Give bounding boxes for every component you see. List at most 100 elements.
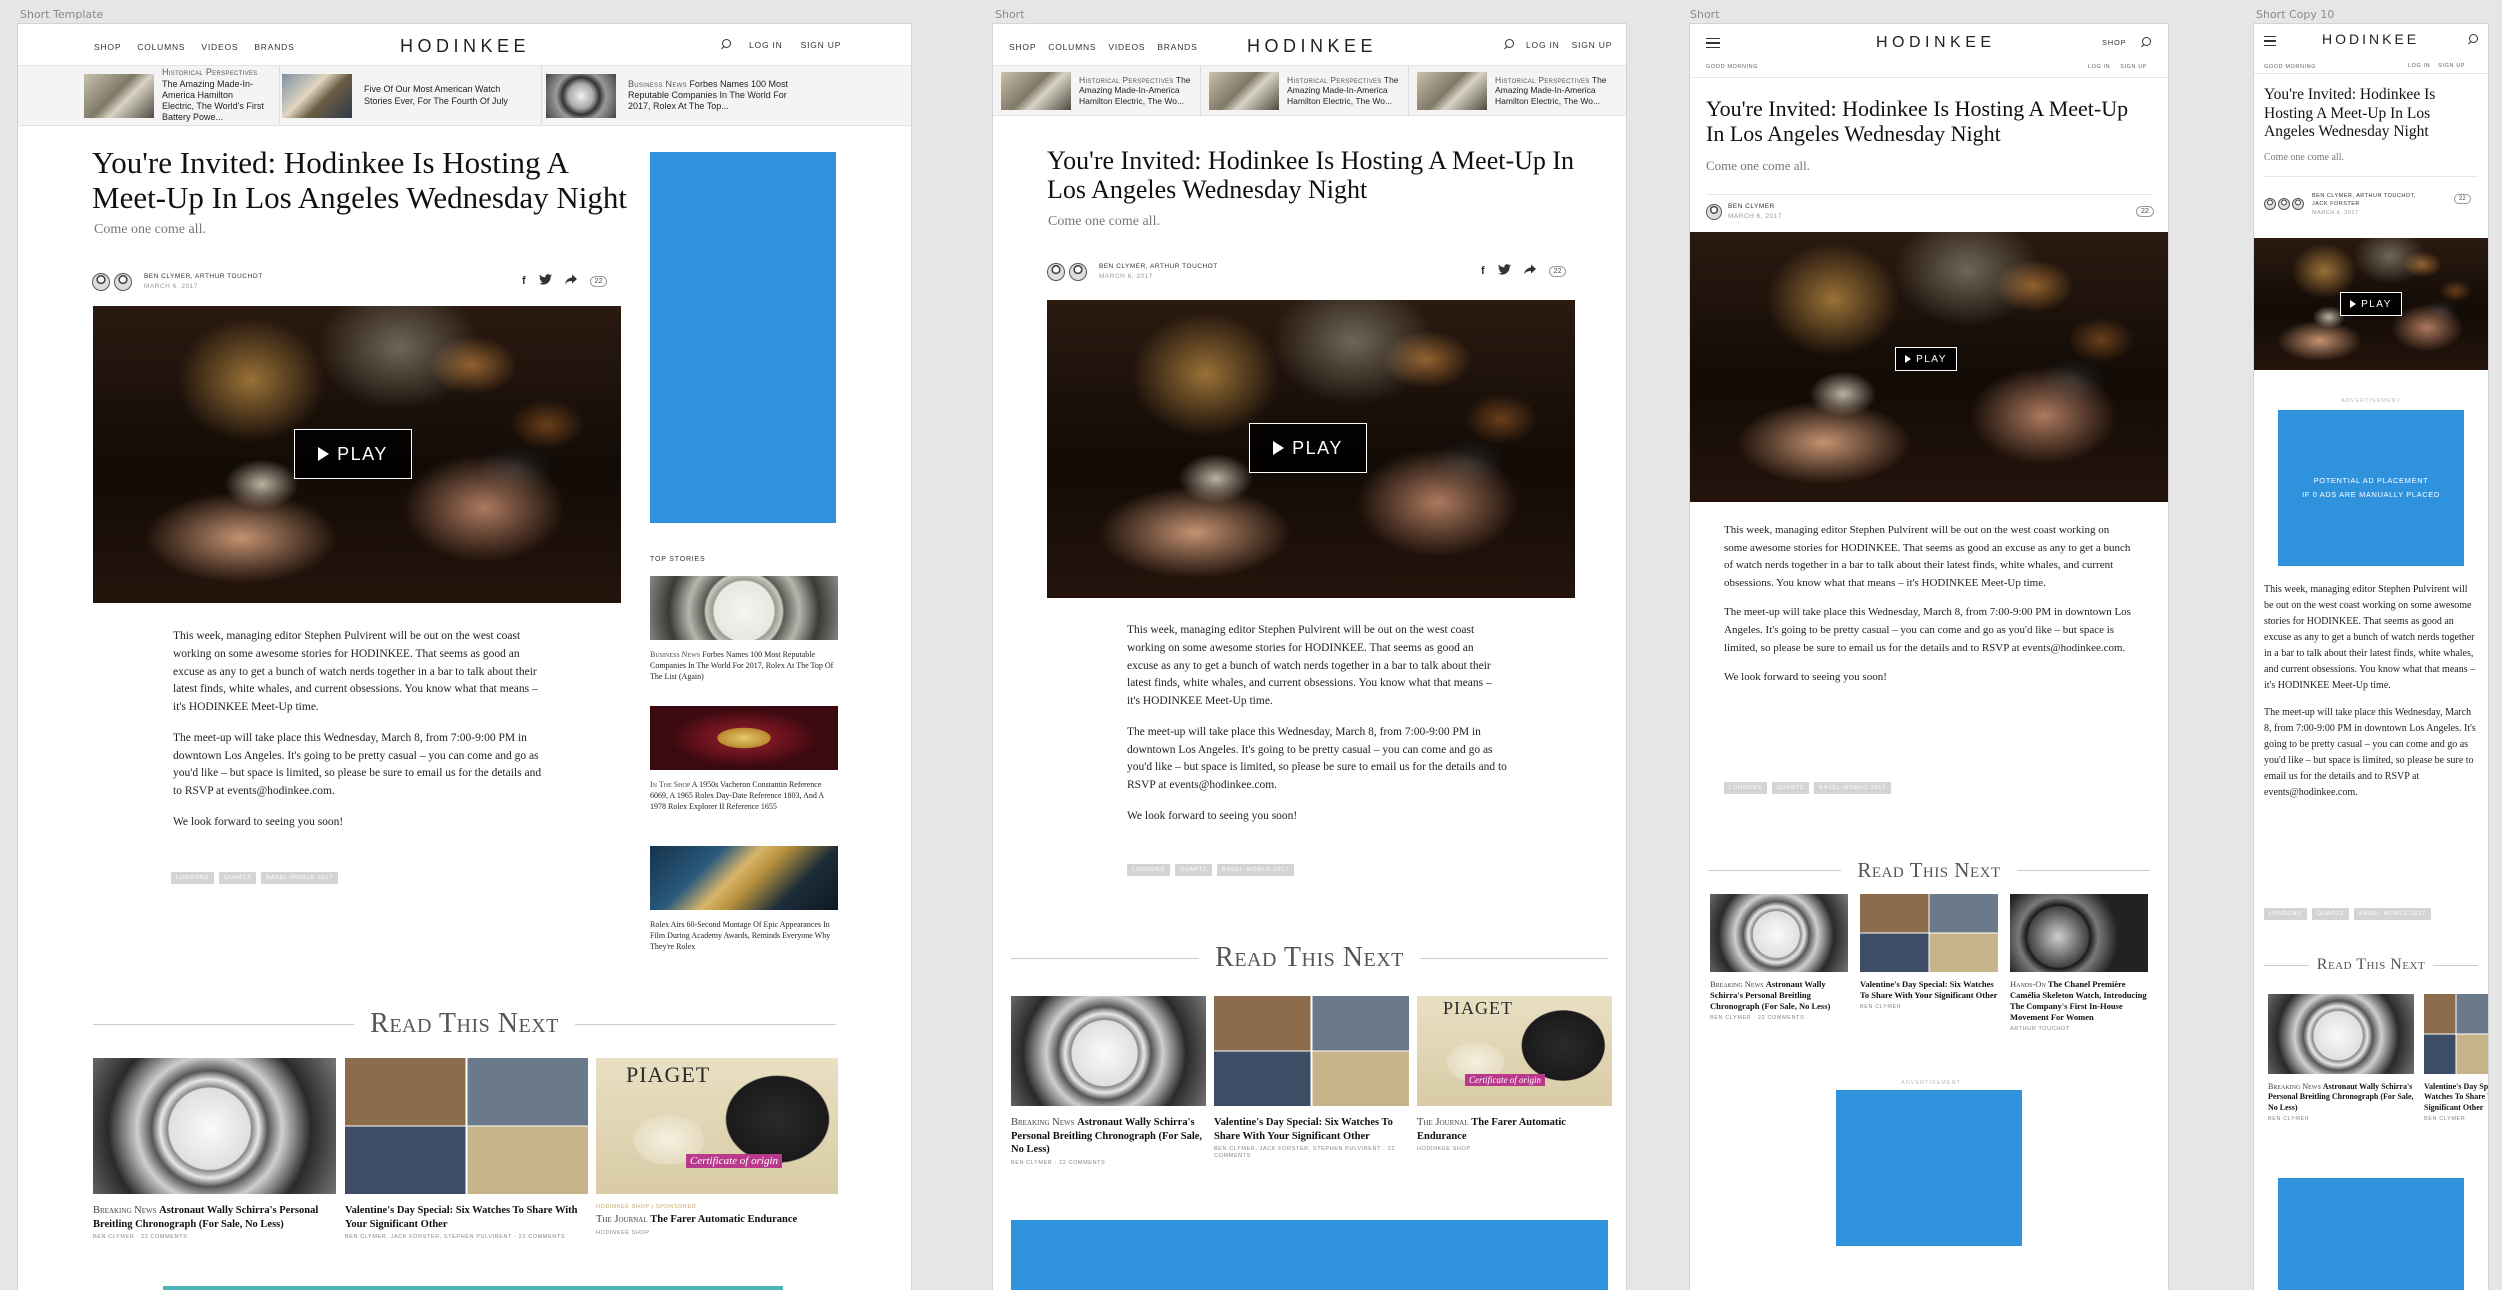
potential-ad-placement[interactable]: POTENTIAL AD PLACEMENT IF 0 ADS ARE MANU…	[2278, 410, 2464, 566]
read-next-image[interactable]	[2424, 994, 2488, 1074]
sidebar-ad[interactable]	[650, 152, 836, 523]
read-next-card[interactable]: Hands-On The Chanel Première Camélia Ske…	[2010, 979, 2150, 1033]
facebook-icon[interactable]: f	[1481, 265, 1485, 277]
facebook-icon[interactable]: f	[522, 275, 526, 287]
twitter-icon[interactable]	[1497, 264, 1511, 278]
top-story-caption[interactable]: In The Shop A 1950s Vacheron Constantin …	[650, 780, 838, 812]
signup-link[interactable]: SIGN UP	[2438, 63, 2465, 69]
play-button[interactable]: PLAY	[1895, 347, 1957, 371]
top-story-image[interactable]	[650, 706, 838, 770]
signup-link[interactable]: SIGN UP	[801, 40, 842, 50]
read-next-image[interactable]	[1710, 894, 1848, 972]
comment-count-badge[interactable]: 22	[1548, 265, 1567, 277]
site-logo[interactable]: HODINKEE	[1247, 36, 1377, 57]
tag-chip[interactable]: LONDONS	[1127, 864, 1170, 876]
byline-authors[interactable]: BEN CLYMER, ARTHUR TOUCHOT	[144, 272, 263, 282]
signup-link[interactable]: SIGN UP	[2120, 64, 2147, 70]
read-next-image[interactable]	[1011, 996, 1206, 1106]
login-link[interactable]: LOG IN	[749, 40, 783, 50]
nav-videos[interactable]: VIDEOS	[1108, 42, 1145, 52]
top-story-image[interactable]	[650, 846, 838, 910]
nav-columns[interactable]: COLUMNS	[1048, 42, 1096, 52]
read-next-image[interactable]	[1860, 894, 1998, 972]
read-next-image[interactable]	[93, 1058, 336, 1194]
tag-chip[interactable]: LONDONS	[171, 872, 214, 884]
ticker-item[interactable]: Historical Perspectives The Amazing Made…	[18, 66, 280, 125]
read-next-image[interactable]	[2268, 994, 2414, 1074]
top-story-caption[interactable]: Business News Forbes Names 100 Most Repu…	[650, 650, 838, 682]
site-logo[interactable]: HODINKEE	[1876, 34, 1996, 52]
nav-brands[interactable]: BRANDS	[254, 42, 294, 52]
byline-authors[interactable]: BEN CLYMER	[1728, 202, 1782, 212]
hero-video[interactable]: PLAY	[1047, 300, 1575, 598]
read-next-card[interactable]: Breaking News Astronaut Wally Schirra's …	[1011, 1116, 1206, 1167]
tag-chip[interactable]: QUARTZ	[1771, 782, 1810, 794]
login-link[interactable]: LOG IN	[2088, 64, 2110, 70]
read-next-card[interactable]: Breaking News Astronaut Wally Schirra's …	[1710, 979, 1850, 1022]
read-next-card[interactable]: Valentine's Day Special: Six Watches To …	[1214, 1116, 1412, 1161]
share-icon[interactable]	[564, 274, 577, 288]
content-ad[interactable]	[1836, 1090, 2022, 1246]
hero-video[interactable]: PLAY	[1690, 232, 2168, 502]
author-avatar[interactable]	[92, 272, 110, 291]
search-icon[interactable]	[1503, 39, 1514, 50]
read-next-image[interactable]	[345, 1058, 588, 1194]
ticker-item[interactable]: Historical Perspectives The Amazing Made…	[1409, 66, 1626, 115]
read-next-image[interactable]: PIAGET Certificate of origin	[596, 1058, 838, 1194]
signup-link[interactable]: SIGN UP	[1572, 40, 1613, 50]
tag-chip[interactable]: BASEL-WORLD-2017	[261, 872, 339, 884]
read-next-card[interactable]: The Journal The Farer Automatic Enduranc…	[1417, 1116, 1612, 1153]
nav-shop[interactable]: SHOP	[2102, 38, 2126, 47]
login-link[interactable]: LOG IN	[2408, 63, 2430, 69]
top-story-image[interactable]	[650, 576, 838, 640]
read-next-card[interactable]: Breaking News Astronaut Wally Schirra's …	[2268, 1082, 2414, 1123]
tag-chip[interactable]: LONDONS	[2264, 908, 2307, 920]
read-next-card[interactable]: Breaking News Astronaut Wally Schirra's …	[93, 1204, 333, 1241]
play-button[interactable]: PLAY	[294, 429, 412, 479]
read-next-card[interactable]: Valentine's Day Special: Six Watches To …	[2424, 1082, 2488, 1123]
ticker-item[interactable]: Five Of Our Most American Watch Stories …	[280, 66, 542, 125]
twitter-icon[interactable]	[538, 274, 552, 288]
comment-count-badge[interactable]: 22	[589, 275, 608, 287]
login-link[interactable]: LOG IN	[1526, 40, 1560, 50]
read-next-image[interactable]	[2010, 894, 2148, 972]
tag-chip[interactable]: BASEL-WORLD-2017	[2354, 908, 2432, 920]
footer-ad[interactable]	[2278, 1178, 2464, 1290]
comment-count-badge[interactable]: 22	[2136, 206, 2154, 217]
author-avatar[interactable]	[2264, 198, 2276, 211]
ticker-item[interactable]: Historical Perspectives The Amazing Made…	[993, 66, 1201, 115]
read-next-card[interactable]: Valentine's Day Special: Six Watches To …	[345, 1204, 588, 1241]
hamburger-icon[interactable]	[2264, 36, 2276, 46]
comment-count-badge[interactable]: 22	[2454, 194, 2471, 204]
read-next-image[interactable]	[1214, 996, 1409, 1106]
author-avatar[interactable]	[1047, 262, 1065, 281]
search-icon[interactable]	[720, 39, 731, 50]
search-icon[interactable]	[2140, 37, 2152, 48]
read-next-card[interactable]: HODINKEE SHOP | SPONSORED The Journal Th…	[596, 1204, 838, 1237]
hero-video[interactable]: PLAY	[2254, 238, 2488, 370]
nav-brands[interactable]: BRANDS	[1157, 42, 1197, 52]
share-icon[interactable]	[1523, 264, 1536, 278]
nav-shop[interactable]: SHOP	[1009, 42, 1036, 52]
play-button[interactable]: PLAY	[1249, 423, 1367, 473]
hero-video[interactable]: PLAY	[93, 306, 621, 603]
tag-chip[interactable]: QUARTZ	[1174, 864, 1213, 876]
nav-columns[interactable]: COLUMNS	[137, 42, 185, 52]
top-story-caption[interactable]: Rolex Airs 60-Second Montage Of Epic App…	[650, 920, 838, 952]
play-button[interactable]: PLAY	[2340, 292, 2402, 316]
hamburger-icon[interactable]	[1706, 38, 1720, 48]
author-avatar[interactable]	[2292, 198, 2304, 211]
nav-shop[interactable]: SHOP	[94, 42, 121, 52]
site-logo[interactable]: HODINKEE	[400, 36, 530, 57]
ticker-item[interactable]: Business News Forbes Names 100 Most Repu…	[542, 66, 810, 125]
author-avatar[interactable]	[2278, 198, 2290, 211]
author-avatar[interactable]	[1706, 203, 1722, 220]
author-avatar[interactable]	[114, 272, 132, 291]
read-next-card[interactable]: Valentine's Day Special: Six Watches To …	[1860, 979, 2000, 1011]
tag-chip[interactable]: QUARTZ	[2311, 908, 2350, 920]
author-avatar[interactable]	[1069, 262, 1087, 281]
tag-chip[interactable]: QUARTZ	[218, 872, 257, 884]
byline-authors[interactable]: BEN CLYMER, ARTHUR TOUCHOT	[1099, 262, 1218, 272]
ticker-item[interactable]: Historical Perspectives The Amazing Made…	[1201, 66, 1409, 115]
footer-ad[interactable]	[1011, 1220, 1608, 1290]
